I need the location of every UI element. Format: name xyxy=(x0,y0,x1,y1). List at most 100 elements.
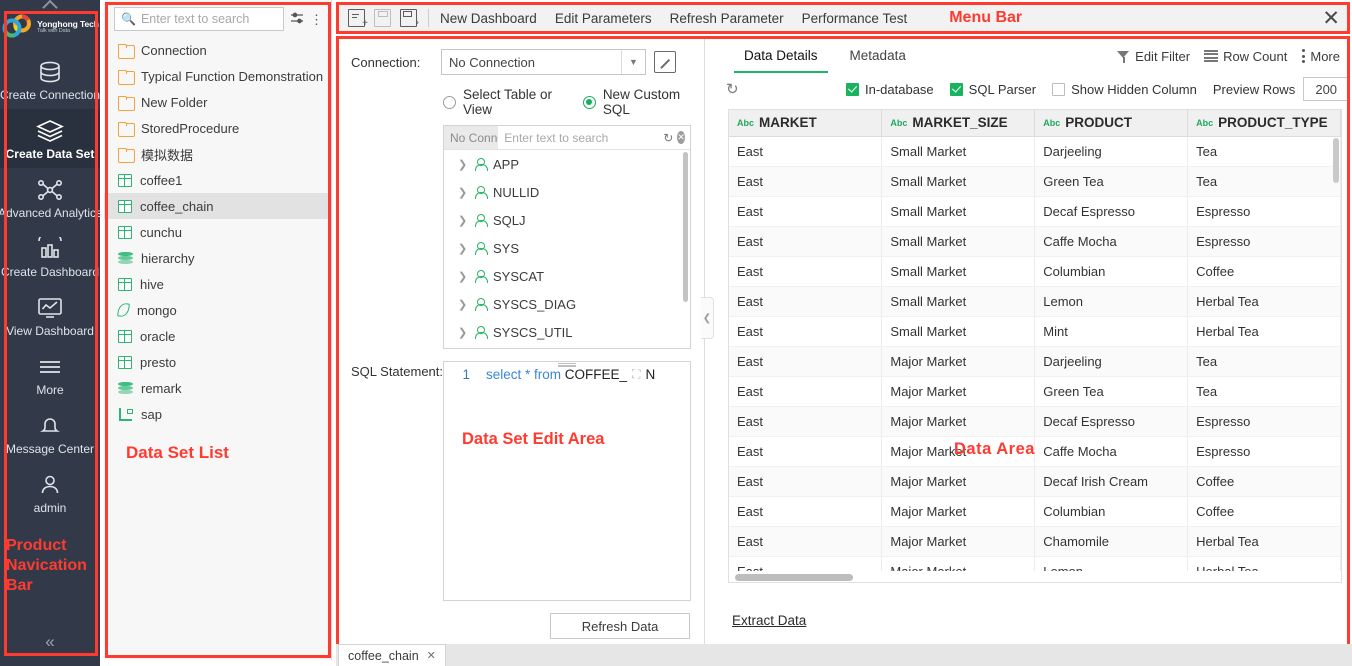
collapse-nav-button[interactable]: « xyxy=(45,632,54,652)
list-item[interactable]: Connection xyxy=(104,37,331,63)
list-item[interactable]: 模拟数据 xyxy=(104,141,331,167)
checkbox-sql-parser[interactable]: SQL Parser xyxy=(949,82,1036,97)
table-row[interactable]: East Small Market Darjeeling Tea xyxy=(729,136,1341,167)
table-row[interactable]: East Small Market Columbian Coffee xyxy=(729,256,1341,287)
tree-node[interactable]: ❯ SYS xyxy=(444,234,690,262)
table-row[interactable]: East Major Market Green Tea Tea xyxy=(729,376,1341,407)
table-row[interactable]: East Small Market Lemon Herbal Tea xyxy=(729,286,1341,317)
table-row[interactable]: East Small Market Caffe Mocha Espresso xyxy=(729,226,1341,257)
table-row[interactable]: East Small Market Mint Herbal Tea xyxy=(729,316,1341,347)
tree-node[interactable]: ❯SYSFUN xyxy=(444,346,690,348)
menu-item-new-dashboard[interactable]: New Dashboard xyxy=(440,11,537,26)
column-header-market-size[interactable]: Abc MARKET_SIZE xyxy=(881,110,1036,137)
sidebar-item-create-connection[interactable]: Create Connection xyxy=(0,50,100,109)
chevron-right-icon[interactable]: ❯ xyxy=(458,270,467,283)
menu-item-refresh-parameter[interactable]: Refresh Parameter xyxy=(670,11,784,26)
close-icon[interactable]: ✕ xyxy=(427,649,436,662)
table-row[interactable]: East Major Market Chamomile Herbal Tea xyxy=(729,526,1341,557)
more-button[interactable]: More xyxy=(1301,49,1340,64)
column-header-product-type[interactable]: Abc PRODUCT_TYPE xyxy=(1187,110,1341,137)
connection-select[interactable]: No Connection ▼ xyxy=(441,49,646,75)
column-header-product[interactable]: Abc PRODUCT xyxy=(1034,110,1189,137)
sidebar-item-view-dashboard[interactable]: View Dashboard xyxy=(0,286,100,345)
panel-collapse-handle[interactable]: ❮ xyxy=(701,297,714,339)
clear-circle-icon[interactable]: ✕ xyxy=(677,131,685,144)
tree-scrollbar[interactable] xyxy=(683,152,688,302)
tree-node[interactable]: ❯ NULLID xyxy=(444,178,690,206)
table-row[interactable]: East Small Market Green Tea Tea xyxy=(729,166,1341,197)
table-row[interactable]: East Major Market Darjeeling Tea xyxy=(729,346,1341,377)
chevron-right-icon[interactable]: ❯ xyxy=(458,214,467,227)
tab-data-details[interactable]: Data Details xyxy=(728,39,834,73)
chevron-down-icon[interactable]: ▼ xyxy=(621,50,645,74)
table-row[interactable]: East Major Market Lemon Herbal Tea xyxy=(729,556,1341,571)
radio-label-new-custom-sql[interactable]: New Custom SQL xyxy=(603,87,694,117)
save-as-icon[interactable]: › xyxy=(400,9,419,28)
search-input-wrapper[interactable]: 🔍 xyxy=(114,7,284,31)
list-item[interactable]: New Folder xyxy=(104,89,331,115)
list-item[interactable]: coffee1 xyxy=(104,167,331,193)
list-item[interactable]: oracle xyxy=(104,323,331,349)
radio-label-select-table-or-view[interactable]: Select Table or View xyxy=(463,87,566,117)
schema-tree-body[interactable]: ❯ APP ❯ NULLID ❯ SQLJ ❯ SYS ❯ SYSCAT ❯ SYSCS_D… xyxy=(444,150,690,348)
edit-connection-button[interactable] xyxy=(654,51,676,73)
list-item[interactable]: Typical Function Demonstration xyxy=(104,63,331,89)
menu-item-performance-test[interactable]: Performance Test xyxy=(802,11,908,26)
nav-scroll-up-arrow[interactable] xyxy=(0,0,100,12)
schema-search-input[interactable] xyxy=(498,130,660,145)
grid-horizontal-scrollbar-track[interactable] xyxy=(728,571,1342,583)
list-item[interactable]: cunchu xyxy=(104,219,331,245)
radio-select-table-or-view[interactable] xyxy=(443,95,456,109)
list-item[interactable]: remark xyxy=(104,375,331,401)
sidebar-item-create-dashboard[interactable]: Create Dashboard xyxy=(0,227,100,286)
column-header-market[interactable]: Abc MARKET xyxy=(729,110,883,137)
filter-sort-icon[interactable] xyxy=(290,11,304,27)
chevron-right-icon[interactable]: ❯ xyxy=(458,242,467,255)
more-vertical-icon[interactable]: ⋮ xyxy=(310,13,323,26)
tree-node[interactable]: ❯ SYSCS_UTIL xyxy=(444,318,690,346)
table-row[interactable]: East Small Market Decaf Espresso Espresso xyxy=(729,196,1341,227)
table-row[interactable]: East Major Market Columbian Coffee xyxy=(729,496,1341,527)
list-item[interactable]: hierarchy xyxy=(104,245,331,271)
table-row[interactable]: East Major Market Decaf Espresso Espresso xyxy=(729,406,1341,437)
refresh-data-button[interactable]: Refresh Data xyxy=(550,613,690,639)
chevron-right-icon[interactable]: ❯ xyxy=(458,158,467,171)
list-item[interactable]: sap xyxy=(104,401,331,427)
bottom-tab-coffee-chain[interactable]: coffee_chain ✕ xyxy=(338,644,446,666)
list-item-selected[interactable]: coffee_chain xyxy=(104,193,331,219)
table-row[interactable]: East Major Market Decaf Irish Cream Coffee xyxy=(729,466,1341,497)
extract-data-link[interactable]: Extract Data xyxy=(732,613,806,628)
tree-node[interactable]: ❯ SYSCAT xyxy=(444,262,690,290)
edit-filter-button[interactable]: Edit Filter xyxy=(1117,49,1190,64)
grid-horizontal-scrollbar[interactable] xyxy=(735,574,853,581)
chevron-right-icon[interactable]: ❯ xyxy=(458,186,467,199)
list-item[interactable]: hive xyxy=(104,271,331,297)
save-icon[interactable] xyxy=(374,9,391,27)
menu-item-edit-parameters[interactable]: Edit Parameters xyxy=(555,11,652,26)
row-count-button[interactable]: Row Count xyxy=(1204,49,1287,64)
sidebar-item-message-center[interactable]: Message Center xyxy=(0,404,100,463)
sidebar-item-create-data-set[interactable]: Create Data Set xyxy=(0,109,100,168)
tab-metadata[interactable]: Metadata xyxy=(834,39,922,73)
refresh-icon[interactable]: ↻ xyxy=(659,131,677,145)
new-dataset-icon[interactable]: + xyxy=(348,9,368,29)
checkbox-show-hidden-column[interactable]: Show Hidden Column xyxy=(1052,82,1197,97)
list-item[interactable]: mongo xyxy=(104,297,331,323)
close-icon[interactable]: ✕ xyxy=(1322,8,1342,29)
tree-node[interactable]: ❯ APP xyxy=(444,150,690,178)
expand-icon[interactable]: ⛶ xyxy=(632,367,640,382)
sql-resize-grip[interactable] xyxy=(558,362,576,367)
sidebar-item-advanced-analytics[interactable]: Advanced Analytics xyxy=(0,168,102,227)
preview-rows-input[interactable] xyxy=(1303,77,1350,101)
search-input[interactable] xyxy=(140,12,277,26)
refresh-icon[interactable]: ↻ xyxy=(726,80,846,98)
chevron-right-icon[interactable]: ❯ xyxy=(458,298,467,311)
tree-node[interactable]: ❯ SYSCS_DIAG xyxy=(444,290,690,318)
grid-vertical-scrollbar[interactable] xyxy=(1333,138,1339,183)
sidebar-item-admin[interactable]: admin xyxy=(0,463,100,522)
table-row[interactable]: East Major Market Caffe Mocha Espresso xyxy=(729,436,1341,467)
checkbox-in-database[interactable]: In-database xyxy=(846,82,934,97)
chevron-right-icon[interactable]: ❯ xyxy=(458,326,467,339)
list-item[interactable]: presto xyxy=(104,349,331,375)
radio-new-custom-sql[interactable] xyxy=(582,95,596,109)
